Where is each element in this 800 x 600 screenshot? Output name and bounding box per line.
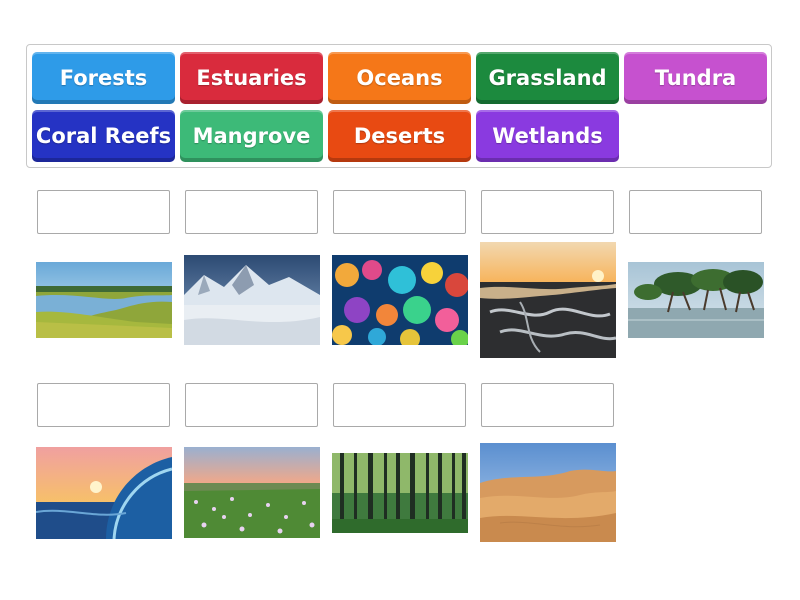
wetland-marsh-image (36, 262, 172, 338)
tile-tundra[interactable]: Tundra (624, 52, 767, 104)
drop-slot[interactable] (481, 190, 614, 234)
tile-mangrove[interactable]: Mangrove (180, 110, 323, 162)
drop-slot[interactable] (185, 383, 318, 427)
drop-slot[interactable] (37, 190, 170, 234)
tile-grassland[interactable]: Grassland (476, 52, 619, 104)
river-delta-image (480, 242, 616, 358)
coral-reef-image (332, 255, 468, 345)
forest-trees-image (332, 453, 468, 533)
match-up-activity: Forests Estuaries Oceans Grassland Tundr… (0, 0, 800, 600)
mangrove-trees-image (628, 262, 764, 338)
drop-slot[interactable] (333, 383, 466, 427)
tile-wetlands[interactable]: Wetlands (476, 110, 619, 162)
drop-slot[interactable] (185, 190, 318, 234)
flower-meadow-image (184, 447, 320, 538)
tile-deserts[interactable]: Deserts (328, 110, 471, 162)
tile-coral-reefs[interactable]: Coral Reefs (32, 110, 175, 162)
snowy-mountain-image (184, 255, 320, 345)
tile-forests[interactable]: Forests (32, 52, 175, 104)
drop-slot[interactable] (37, 383, 170, 427)
ocean-wave-image (36, 447, 172, 539)
tile-estuaries[interactable]: Estuaries (180, 52, 323, 104)
drop-slot[interactable] (333, 190, 466, 234)
drop-slot[interactable] (629, 190, 762, 234)
tile-oceans[interactable]: Oceans (328, 52, 471, 104)
sand-dunes-image (480, 443, 616, 542)
drop-slot[interactable] (481, 383, 614, 427)
